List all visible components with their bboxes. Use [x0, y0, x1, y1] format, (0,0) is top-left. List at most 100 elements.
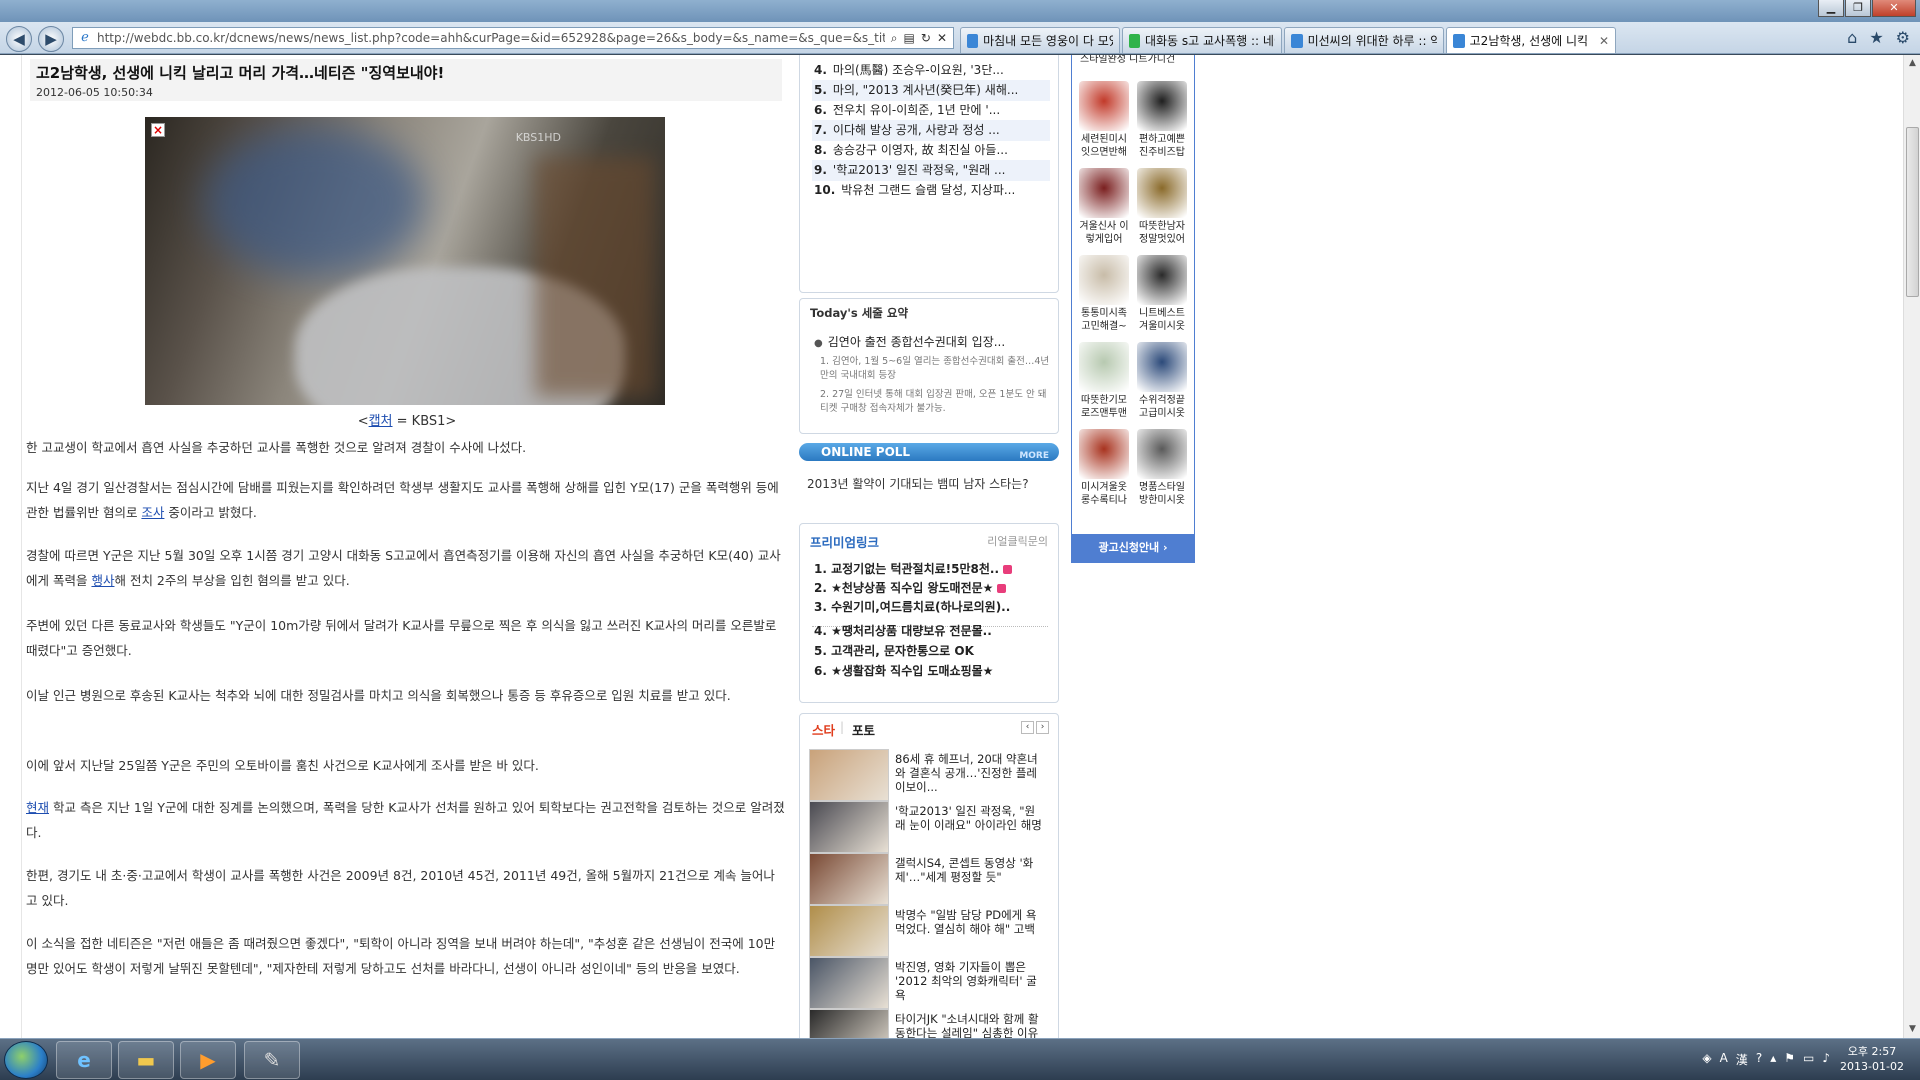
browser-tab[interactable]: 고2남학생, 선생에 니킥 날... ✕: [1446, 27, 1616, 53]
ranking-item[interactable]: 4. 마의(馬醫) 조승우-이요원, '3단...: [812, 60, 1050, 81]
ad-label: 따뜻한남자 정말멋있어: [1139, 221, 1185, 245]
tray-arrow-icon[interactable]: ▴: [1770, 1051, 1776, 1068]
monitor-icon[interactable]: ▭: [1803, 1051, 1814, 1068]
broken-image-icon: ×: [151, 123, 165, 137]
premium-link[interactable]: 6. ★생활잡화 직수입 도매쇼핑몰★: [814, 662, 1050, 679]
clock-date: 2013-01-02: [1840, 1060, 1904, 1073]
clock[interactable]: 오후 2:57 2013-01-02: [1834, 1044, 1910, 1074]
ad-image: [1079, 168, 1129, 218]
app-taskbar-icon[interactable]: ✎: [244, 1041, 300, 1079]
star-thumbnail: [809, 905, 889, 957]
address-input[interactable]: [97, 31, 885, 45]
star-photo-box: 스타 | 포토 ‹ › 86세 휴 헤프너, 20대 약혼녀와 결혼식 공개…'…: [799, 713, 1059, 1038]
ranking-item[interactable]: 5. 마의, "2013 계사년(癸巳年) 새해...: [812, 80, 1050, 101]
scroll-thumb[interactable]: [1906, 127, 1919, 297]
browser-tab[interactable]: 대화동 s고 교사폭행 :: 네이버 ...: [1122, 27, 1282, 53]
ranking-number: 4.: [814, 63, 827, 77]
ranking-item[interactable]: 6. 전우치 유이-이희준, 1년 만에 '...: [812, 100, 1050, 121]
ad-item[interactable]: 따뜻한기모 로즈맨투맨: [1076, 342, 1132, 428]
tab-photo[interactable]: 포토: [852, 720, 875, 739]
ad-item[interactable]: 편하고예쁜 진주비즈탑: [1134, 81, 1190, 167]
ranking-item[interactable]: 8. 송승강구 이영자, 故 최진실 아들...: [812, 140, 1050, 161]
ad-item[interactable]: 통통미시족 고민해결~: [1076, 255, 1132, 341]
keyword-link[interactable]: 현재: [26, 800, 49, 815]
home-icon[interactable]: ⌂: [1847, 28, 1857, 47]
chevron-right-icon[interactable]: ›: [1036, 721, 1049, 734]
volume-icon[interactable]: ♪: [1822, 1051, 1830, 1068]
premium-links-box: 프리미엄링크 리얼클릭문의 1. 교정기없는 턱관절치료!5만8천.. 2. ★천…: [799, 523, 1059, 703]
poll-more-link[interactable]: MORE: [1019, 447, 1049, 465]
ad-inquiry-button[interactable]: 광고신청안내 ›: [1072, 534, 1194, 562]
premium-link[interactable]: 5. 고객관리, 문자한통으로 OK: [814, 642, 1050, 659]
media-player-taskbar-icon[interactable]: ▶: [180, 1041, 236, 1079]
poll-question-link[interactable]: 2013년 활약이 기대되는 뱀띠 남자 스타는?: [807, 475, 1029, 492]
tab-close-icon[interactable]: ✕: [1599, 34, 1609, 48]
ranking-item[interactable]: 7. 이다해 발상 공개, 사랑과 정성 ...: [812, 120, 1050, 141]
address-bar[interactable]: ℯ ⌕ ▤ ↻ ✕: [72, 27, 954, 49]
favorites-star-icon[interactable]: ★: [1869, 28, 1883, 47]
ranking-number: 9.: [814, 163, 827, 177]
network-icon[interactable]: ◈: [1702, 1051, 1711, 1068]
premium-link[interactable]: 1. 교정기없는 턱관절치료!5만8천..: [814, 560, 1050, 577]
ad-label: 세련된미시 잇으면반해: [1081, 134, 1127, 158]
star-news-item[interactable]: 박진영, 영화 기자들이 뽑은 '2012 최악의 영화캐릭터' 굴욕: [809, 957, 1051, 1013]
ranking-item[interactable]: 10. 박유천 그랜드 슬램 달성, 지상파...: [812, 180, 1050, 201]
star-news-item[interactable]: 갤럭시S4, 콘셉트 동영상 '화제'…"세계 평정할 듯": [809, 853, 1051, 909]
browser-tab[interactable]: 마침내 모든 영웅이 다 모였다!...: [960, 27, 1120, 53]
star-news-item[interactable]: '학교2013' 일진 곽정욱, "원래 눈이 이래요" 아이라인 해명: [809, 801, 1051, 857]
article-paragraph: 이 소식을 접한 네티즌은 "저런 애들은 좀 때려줬으면 좋겠다", "퇴학이…: [26, 936, 776, 976]
ad-item[interactable]: 따뜻한남자 정말멋있어: [1134, 168, 1190, 254]
gear-icon[interactable]: ⚙: [1896, 28, 1910, 47]
browser-tab[interactable]: 미선씨의 위대한 하루 :: 악동...: [1284, 27, 1444, 53]
start-button[interactable]: [4, 1041, 48, 1079]
stop-icon[interactable]: ✕: [937, 31, 947, 46]
compat-view-icon[interactable]: ▤: [904, 31, 915, 46]
star-news-item[interactable]: 86세 휴 헤프너, 20대 약혼녀와 결혼식 공개…'진정한 플레이보이...: [809, 749, 1051, 805]
today-headline-link[interactable]: 김연아 출전 종합선수권대회 입장...: [814, 333, 1005, 350]
poll-header: ONLINE POLL MORE: [799, 443, 1059, 461]
ad-item[interactable]: 미시겨울옷 롱수록티나: [1076, 429, 1132, 515]
premium-link[interactable]: 4. ★땡처리상품 대량보유 전문몰..: [814, 622, 1050, 639]
article-paragraph: 지난 4일 경기 일산경찰서는 점심시간에 담배를 피웠는지를 확인하려던 학생…: [26, 480, 779, 520]
online-poll-box: ONLINE POLL MORE 2013년 활약이 기대되는 뱀띠 남자 스타는…: [799, 443, 1059, 513]
search-icon[interactable]: ⌕: [891, 31, 898, 46]
ie-taskbar-icon[interactable]: e: [56, 1041, 112, 1079]
ad-item[interactable]: 세련된미시 잇으면반해: [1076, 81, 1132, 167]
chevron-left-icon[interactable]: ‹: [1021, 721, 1034, 734]
ad-label: 통통미시족 고민해결~: [1081, 308, 1127, 332]
tab-star[interactable]: 스타: [812, 720, 835, 739]
star-news-text: 박명수 "일밤 담당 PD에게 욕먹었다. 열심히 해야 해" 고백: [895, 908, 1037, 936]
premium-link[interactable]: 2. ★천냥상품 직수입 왕도매전문★: [814, 579, 1050, 596]
ad-item[interactable]: 수위걱정끝 고급미시옷: [1134, 342, 1190, 428]
folder-taskbar-icon[interactable]: ▬: [118, 1041, 174, 1079]
premium-link-text: 4. ★땡처리상품 대량보유 전문몰..: [814, 624, 992, 638]
ad-item[interactable]: 겨울신사 이렇게입어: [1076, 168, 1132, 254]
sidebar-column: 4. 마의(馬醫) 조승우-이요원, '3단... 5. 마의, "2013 계사년(…: [799, 55, 1059, 1038]
scroll-down-arrow-icon[interactable]: ▼: [1904, 1021, 1920, 1038]
close-window-button[interactable]: ✕: [1872, 0, 1916, 17]
minimize-button[interactable]: ▁: [1818, 0, 1844, 17]
keyword-link[interactable]: 행사: [91, 573, 114, 588]
ad-item[interactable]: 니트베스트 겨울미시옷: [1134, 255, 1190, 341]
star-thumbnail: [809, 801, 889, 853]
restore-button[interactable]: ❐: [1845, 0, 1871, 17]
premium-link[interactable]: 3. 수원기미,여드름치료(하나로의원)..: [814, 598, 1050, 615]
ranking-item[interactable]: 9. '학교2013' 일진 곽정욱, "원래 ...: [812, 160, 1050, 181]
star-thumbnail: Tiger JK: [809, 1009, 889, 1038]
star-news-item[interactable]: 박명수 "일밤 담당 PD에게 욕먹었다. 열심히 해야 해" 고백: [809, 905, 1051, 961]
back-button[interactable]: ◀: [6, 26, 32, 52]
refresh-icon[interactable]: ↻: [921, 31, 931, 46]
forward-button[interactable]: ▶: [38, 26, 64, 52]
scroll-up-arrow-icon[interactable]: ▲: [1904, 55, 1920, 72]
help-icon[interactable]: ?: [1756, 1051, 1762, 1068]
ime-icon[interactable]: A: [1720, 1051, 1728, 1068]
ad-item[interactable]: 명품스타일 방한미시옷: [1134, 429, 1190, 515]
keyword-link[interactable]: 조사: [141, 505, 164, 520]
star-news-item[interactable]: Tiger JK타이거JK "소녀시대와 함께 활동한다는 설레임" 심총한 이…: [809, 1009, 1051, 1038]
premium-inquiry-link[interactable]: 리얼클릭문의: [987, 533, 1048, 549]
hanja-icon[interactable]: 漢: [1736, 1051, 1748, 1068]
new-badge-icon: [997, 584, 1007, 593]
caption-link[interactable]: 캡처: [369, 414, 393, 429]
vertical-scrollbar[interactable]: ▲ ▼: [1903, 55, 1920, 1038]
flag-icon[interactable]: ⚑: [1784, 1051, 1795, 1068]
